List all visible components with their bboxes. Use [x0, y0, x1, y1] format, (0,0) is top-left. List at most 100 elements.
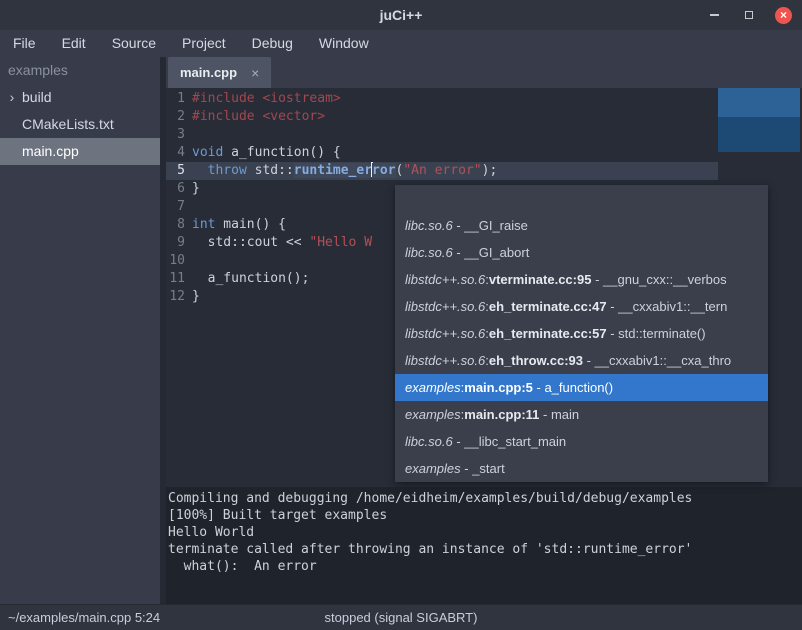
- menu-item-project[interactable]: Project: [169, 30, 239, 57]
- code-line-3[interactable]: 3: [166, 126, 802, 144]
- console-output: Compiling and debugging /home/eidheim/ex…: [166, 487, 802, 604]
- debug-tooltip-box: [718, 88, 800, 152]
- line-number: 4: [166, 144, 192, 162]
- console-line: terminate called after throwing an insta…: [168, 541, 802, 558]
- frame-symbol: - __GI_raise: [453, 218, 528, 233]
- console-line: what(): An error: [168, 558, 802, 575]
- code-token: main() {: [215, 217, 285, 232]
- tabbar: main.cpp ×: [166, 57, 802, 88]
- backtrace-item[interactable]: libstdc++.so.6:vterminate.cc:95 - __gnu_…: [395, 266, 768, 293]
- line-number: 2: [166, 108, 192, 126]
- backtrace-item[interactable]: libc.so.6 - __GI_abort: [395, 239, 768, 266]
- line-number: 9: [166, 234, 192, 252]
- code-token: a_function() {: [223, 145, 340, 160]
- menu-item-window[interactable]: Window: [306, 30, 382, 57]
- backtrace-item[interactable]: examples:main.cpp:5 - a_function(): [395, 374, 768, 401]
- menu-item-edit[interactable]: Edit: [49, 30, 99, 57]
- frame-library: examples: [405, 407, 461, 422]
- code-token: void: [192, 145, 223, 160]
- code-text: #include <iostream>: [192, 91, 341, 106]
- console-line: [100%] Built target examples: [168, 507, 802, 524]
- code-text: int main() {: [192, 217, 286, 232]
- close-button[interactable]: ×: [775, 7, 792, 24]
- frame-location: eh_terminate.cc:57: [489, 326, 607, 341]
- frame-symbol: - __gnu_cxx::__verbos: [591, 272, 726, 287]
- code-token: a_function();: [192, 271, 309, 286]
- backtrace-popup-list: libc.so.6 - __GI_raiselibc.so.6 - __GI_a…: [395, 212, 768, 482]
- minimize-icon: [710, 14, 719, 16]
- backtrace-item[interactable]: libc.so.6 - __libc_start_main: [395, 428, 768, 455]
- menubar: FileEditSourceProjectDebugWindow: [0, 30, 802, 57]
- code-text: }: [192, 181, 200, 196]
- frame-location: main.cpp:11: [464, 407, 539, 422]
- tree-item-label: CMakeLists.txt: [20, 111, 114, 138]
- backtrace-item[interactable]: libstdc++.so.6:eh_terminate.cc:47 - __cx…: [395, 293, 768, 320]
- code-text: #include <vector>: [192, 109, 325, 124]
- code-line-1[interactable]: 1#include <iostream>: [166, 90, 802, 108]
- restore-button[interactable]: [740, 6, 758, 24]
- code-line-4[interactable]: 4void a_function() {: [166, 144, 802, 162]
- frame-location: vterminate.cc:95: [489, 272, 592, 287]
- code-token: }: [192, 289, 200, 304]
- tab-main-cpp[interactable]: main.cpp ×: [168, 57, 271, 88]
- frame-symbol: - __cxxabiv1::__cxa_thro: [583, 353, 731, 368]
- menu-item-debug[interactable]: Debug: [239, 30, 306, 57]
- menu-item-source[interactable]: Source: [99, 30, 169, 57]
- file-sidebar: examples ›buildCMakeLists.txtmain.cpp: [0, 57, 160, 604]
- frame-location: eh_throw.cc:93: [489, 353, 583, 368]
- frame-location: eh_terminate.cc:47: [489, 299, 607, 314]
- code-token: std::: [247, 163, 294, 178]
- line-number: 3: [166, 126, 192, 144]
- backtrace-item[interactable]: libstdc++.so.6:eh_throw.cc:93 - __cxxabi…: [395, 347, 768, 374]
- code-line-5[interactable]: 5 throw std::runtime_error("An error");: [166, 162, 802, 180]
- close-icon: ×: [780, 7, 787, 24]
- code-text: throw std::runtime_error("An error");: [192, 163, 497, 178]
- code-line-2[interactable]: 2#include <vector>: [166, 108, 802, 126]
- status-debug-state: stopped (signal SIGABRT): [0, 610, 802, 625]
- backtrace-item[interactable]: libc.so.6 - __GI_raise: [395, 212, 768, 239]
- frame-library: libstdc++.so.6: [405, 326, 485, 341]
- code-token: "An error": [403, 163, 481, 178]
- frame-library: examples: [405, 461, 461, 476]
- code-token: "Hello W: [309, 235, 372, 250]
- code-token: );: [482, 163, 498, 178]
- code-token: <vector>: [262, 109, 325, 124]
- window-controls: ×: [705, 6, 802, 24]
- line-number: 5: [166, 162, 192, 180]
- frame-library: libc.so.6: [405, 434, 453, 449]
- code-text: a_function();: [192, 271, 309, 286]
- frame-symbol: - __cxxabiv1::__tern: [607, 299, 728, 314]
- console-line: Hello World: [168, 524, 802, 541]
- menu-item-file[interactable]: File: [0, 30, 49, 57]
- chevron-right-icon: ›: [4, 84, 20, 111]
- titlebar: juCi++ ×: [0, 0, 802, 30]
- tab-close-icon[interactable]: ×: [251, 65, 259, 81]
- frame-library: examples: [405, 380, 461, 395]
- line-number: 8: [166, 216, 192, 234]
- frame-symbol: - _start: [461, 461, 505, 476]
- console-line: Compiling and debugging /home/eidheim/ex…: [168, 490, 802, 507]
- code-token: runtime_er: [294, 163, 372, 178]
- line-number: 10: [166, 252, 192, 270]
- code-token: #include: [192, 91, 262, 106]
- tree-item-main-cpp[interactable]: main.cpp: [0, 138, 160, 165]
- tab-label: main.cpp: [180, 65, 237, 80]
- tree-item-cmakelists-txt[interactable]: CMakeLists.txt: [0, 111, 160, 138]
- code-token: int: [192, 217, 215, 232]
- frame-symbol: - __GI_abort: [453, 245, 530, 260]
- code-token: [192, 163, 208, 178]
- line-number: 7: [166, 198, 192, 216]
- tree-item-label: main.cpp: [20, 138, 79, 165]
- restore-icon: [745, 11, 753, 19]
- minimize-button[interactable]: [705, 6, 723, 24]
- backtrace-item[interactable]: examples - _start: [395, 455, 768, 482]
- frame-library: libc.so.6: [405, 218, 453, 233]
- backtrace-item[interactable]: libstdc++.so.6:eh_terminate.cc:57 - std:…: [395, 320, 768, 347]
- line-number: 12: [166, 288, 192, 306]
- backtrace-item[interactable]: examples:main.cpp:11 - main: [395, 401, 768, 428]
- project-name: examples: [0, 57, 160, 84]
- tree-item-build[interactable]: ›build: [0, 84, 160, 111]
- code-token: ror: [372, 163, 395, 178]
- code-text: }: [192, 289, 200, 304]
- code-token: }: [192, 181, 200, 196]
